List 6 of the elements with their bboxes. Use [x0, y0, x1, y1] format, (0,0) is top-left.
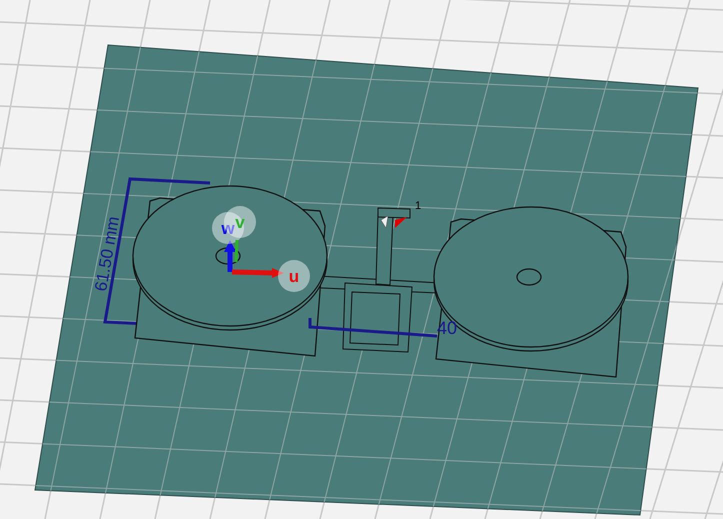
port-icon [380, 216, 407, 228]
axis-label: v [235, 213, 245, 232]
dimension-label: 61.50 mm [91, 214, 124, 293]
axis-label: w [221, 219, 235, 238]
axis-label-backdrop [278, 260, 310, 292]
axis-label: u [288, 267, 300, 286]
